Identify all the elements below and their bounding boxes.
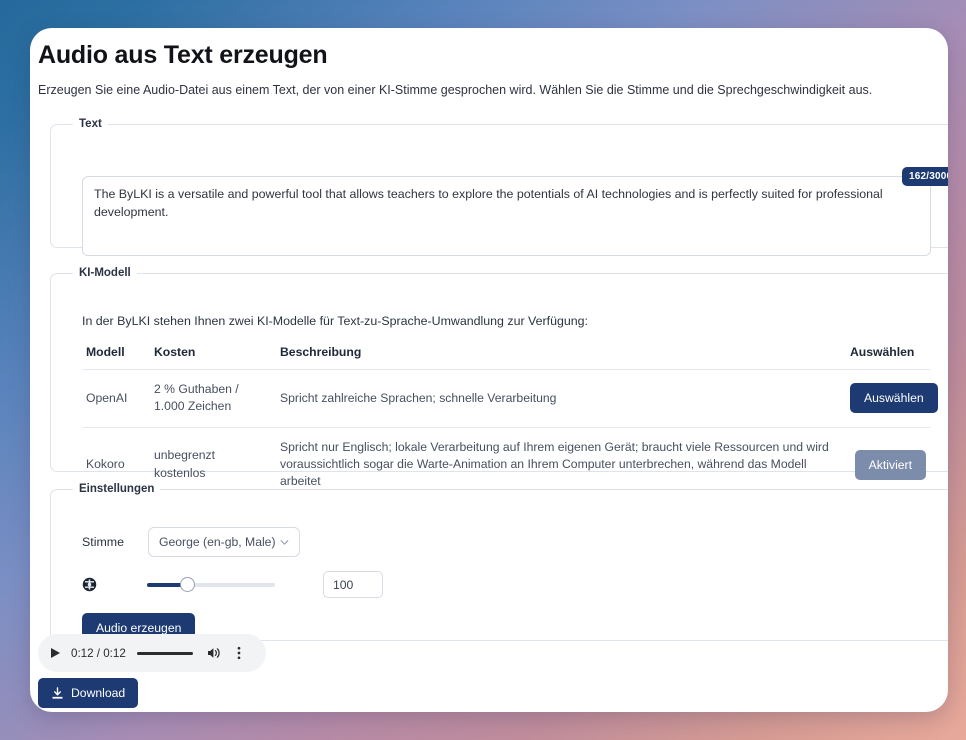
cost-line-2: kostenlos (154, 465, 206, 480)
settings-section-legend: Einstellungen (79, 483, 155, 495)
text-input[interactable] (82, 176, 931, 256)
speed-slider-thumb[interactable] (180, 576, 195, 592)
select-model-kokoro-button[interactable]: Aktiviert (854, 449, 926, 480)
cost-line-2: 1.000 Zeichen (154, 399, 232, 414)
speed-gauge-icon (82, 577, 97, 592)
cost-line-1: 2 % Guthaben / (154, 382, 239, 396)
model-intro-text: In der ByLKI stehen Ihnen zwei KI-Modell… (82, 314, 588, 328)
cell-model-action: Auswählen (846, 369, 938, 428)
model-table: Modell Kosten Beschreibung Auswählen Ope… (82, 342, 938, 502)
model-section-legend: KI-Modell (79, 267, 131, 279)
column-header-desc: Beschreibung (276, 342, 846, 370)
textarea-wrapper (82, 176, 931, 261)
download-button[interactable]: Download (38, 678, 139, 708)
more-vertical-icon[interactable] (232, 645, 246, 661)
page-subtitle: Erzeugen Sie eine Audio-Datei aus einem … (38, 83, 873, 97)
audio-progress-bar[interactable] (136, 651, 193, 655)
audio-time-display: 0:12 / 0:12 (71, 646, 126, 660)
download-button-label: Download (71, 686, 126, 700)
cell-model-name: OpenAI (82, 369, 150, 428)
speed-slider[interactable] (147, 576, 275, 592)
main-card: Audio aus Text erzeugen Erzeugen Sie ein… (30, 28, 948, 712)
column-header-model: Modell (82, 342, 150, 370)
table-row: OpenAI 2 % Guthaben / 1.000 Zeichen Spri… (82, 369, 938, 428)
audio-player: 0:12 / 0:12 (38, 634, 266, 672)
chevron-down-icon (280, 540, 289, 545)
voice-row: Stimme George (en-gb, Male) (82, 527, 300, 557)
card-content: Audio aus Text erzeugen Erzeugen Sie ein… (30, 28, 948, 712)
text-section: Text 162/3000 (50, 118, 948, 256)
speed-number-input[interactable] (323, 571, 383, 598)
page-title: Audio aus Text erzeugen (38, 41, 328, 69)
select-model-openai-button[interactable]: Auswählen (850, 383, 938, 414)
model-section: KI-Modell In der ByLKI stehen Ihnen zwei… (50, 267, 948, 488)
play-icon[interactable] (51, 648, 60, 658)
cost-line-1: unbegrenzt (154, 448, 215, 463)
character-counter-badge: 162/3000 (902, 167, 948, 186)
voice-select[interactable]: George (en-gb, Male) (148, 527, 300, 557)
voice-label: Stimme (82, 535, 124, 549)
speed-row (82, 571, 383, 598)
voice-select-value: George (en-gb, Male) (159, 535, 276, 549)
cell-model-cost: 2 % Guthaben / 1.000 Zeichen (150, 369, 276, 428)
settings-section: Einstellungen Stimme George (en-gb, Male… (50, 483, 948, 643)
column-header-cost: Kosten (150, 342, 276, 370)
column-header-select: Auswählen (846, 342, 930, 370)
volume-high-icon[interactable] (206, 645, 222, 661)
text-section-legend: Text (79, 118, 102, 130)
download-icon (52, 686, 63, 699)
cell-model-description: Spricht zahlreiche Sprachen; schnelle Ve… (276, 369, 846, 428)
table-header-row: Modell Kosten Beschreibung Auswählen (82, 342, 930, 370)
